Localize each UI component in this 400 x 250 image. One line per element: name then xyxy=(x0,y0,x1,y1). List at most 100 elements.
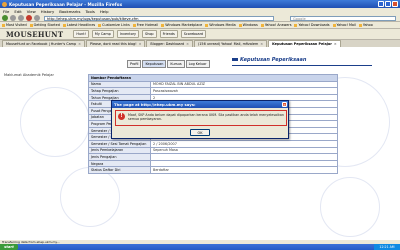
table-header-row: Nombor Pendaftaran xyxy=(88,74,338,82)
browser-tab-active[interactable]: Keputusan Peperiksaan Pelajar × xyxy=(268,40,341,47)
bookmark-item[interactable]: Free Hotmail xyxy=(133,23,159,27)
background-decoration xyxy=(320,177,380,237)
close-tab-icon[interactable]: × xyxy=(260,42,263,46)
browser-tab[interactable]: MouseHunt on Facebook | Hunter's Camp × xyxy=(2,40,85,47)
field-value: 2 / 2006/2007 xyxy=(150,139,338,148)
close-tab-icon[interactable]: × xyxy=(186,42,189,46)
window-title: Keputusan Peperiksaan Pelajar - Mozilla … xyxy=(9,1,123,7)
menu-file[interactable]: File xyxy=(3,9,9,14)
bookmark-item[interactable]: Yahoo! Downloads xyxy=(294,23,329,27)
field-value: Pascasiswazah xyxy=(150,87,338,95)
mousehunt-button[interactable]: Friends xyxy=(159,30,178,38)
table-row: Tahap Pengajian Pascasiswazah xyxy=(88,87,338,95)
tab-label: Blogger: Dashboard xyxy=(150,42,185,46)
close-tab-icon[interactable]: × xyxy=(78,42,81,46)
tab-bar: MouseHunt on Facebook | Hunter's Camp × P… xyxy=(0,40,400,47)
tab-label: Please, dont read this blog! xyxy=(89,42,137,46)
menu-help[interactable]: Help xyxy=(100,9,109,14)
title-marker-icon xyxy=(232,58,238,61)
title-underline xyxy=(232,65,372,66)
mousehunt-button[interactable]: Hunt! xyxy=(73,30,89,38)
mousehunt-toolbar: MOUSEHUNT Hunt! My Camp Inventory Shop F… xyxy=(0,29,400,40)
page-content: Profil Keputusan Kursus Log Keluar Keput… xyxy=(0,47,400,240)
table-row: Jenis Pembelajaran Sepenuh Masa xyxy=(88,146,338,155)
search-input[interactable]: Google xyxy=(290,15,396,21)
mousehunt-button[interactable]: Inventory xyxy=(116,30,140,38)
home-icon[interactable] xyxy=(34,14,40,21)
bookmark-item[interactable]: Windows xyxy=(239,23,258,27)
tab-label: (156 unread) Yahoo! Mail, mfizalem xyxy=(197,42,259,46)
forward-icon[interactable] xyxy=(10,14,16,21)
window-titlebar: Keputusan Peperiksaan Pelajar - Mozilla … xyxy=(0,0,400,8)
field-label: Nama xyxy=(88,80,151,89)
navigation-toolbar: http://ehep.ukm.my/ugs/keputusan/pub/klt… xyxy=(0,14,400,22)
field-value xyxy=(150,153,338,161)
menu-edit[interactable]: Edit xyxy=(14,9,21,14)
bookmark-item[interactable]: Windows Media xyxy=(205,23,235,27)
field-label: Status Daftar Diri xyxy=(88,166,151,174)
alert-dialog: The page at http://ehep.ukm.my says: × !… xyxy=(111,100,289,139)
dialog-title: The page at http://ehep.ukm.my says: xyxy=(112,101,288,108)
dialog-close-icon[interactable]: × xyxy=(282,102,287,107)
tab-label: MouseHunt on Facebook | Hunter's Camp xyxy=(6,42,77,46)
bookmark-item[interactable]: Customize Links xyxy=(98,23,130,27)
table-row: Nama MOHD FAIZAL BIN ABDUL AZIZ xyxy=(88,80,338,89)
back-icon[interactable] xyxy=(2,14,8,21)
bookmark-item[interactable]: Windows Marketplace xyxy=(161,23,202,27)
bookmark-item[interactable]: Latest Headlines xyxy=(63,23,95,27)
background-decoration xyxy=(60,167,120,227)
field-label: Semester / Sesi Tamat Pengajian xyxy=(88,139,151,148)
bookmark-item[interactable]: Most Visited xyxy=(2,23,27,27)
close-tab-icon[interactable]: × xyxy=(334,42,337,46)
mousehunt-button[interactable]: Shop xyxy=(142,30,157,38)
tab-label: Keputusan Peperiksaan Pelajar xyxy=(272,42,332,46)
bookmarks-toolbar: Most Visited Getting Started Latest Head… xyxy=(0,22,400,29)
table-row: Semester / Sesi Tamat Pengajian 2 / 2006/… xyxy=(88,139,338,148)
clock: 12:21 AM xyxy=(374,244,400,250)
field-label: Negara xyxy=(88,159,151,168)
field-label: Jenis Pembelajaran xyxy=(88,146,151,155)
bookmark-item[interactable]: Yahoo xyxy=(359,23,373,27)
dialog-message: Maaf, SKP Anda belum dapat dipaparkan ke… xyxy=(128,113,284,122)
menu-history[interactable]: History xyxy=(41,9,55,14)
table-row: Jenis Pengajian xyxy=(88,153,338,161)
table-row: Status Daftar Diri Berdaftar xyxy=(88,166,338,174)
reload-icon[interactable] xyxy=(18,14,24,21)
field-value: Sepenuh Masa xyxy=(150,146,338,155)
warning-icon: ! xyxy=(118,113,125,120)
taskbar: start 12:21 AM xyxy=(0,244,400,250)
browser-tab[interactable]: (156 unread) Yahoo! Mail, mfizalem × xyxy=(193,40,268,47)
maximize-button[interactable] xyxy=(385,1,391,7)
table-header: Nombor Pendaftaran xyxy=(88,74,338,82)
bookmark-item[interactable]: Yahoo! Answers xyxy=(261,23,292,27)
page-title-text: Keputusan Peperiksaan xyxy=(240,57,307,63)
close-tab-icon[interactable]: × xyxy=(139,42,142,46)
close-window-button[interactable] xyxy=(392,1,398,7)
stop-icon[interactable] xyxy=(26,14,32,21)
bookmark-item[interactable]: Getting Started xyxy=(30,23,60,27)
site-nav-item[interactable]: Profil xyxy=(127,60,142,68)
menu-view[interactable]: View xyxy=(27,9,36,14)
page-title: Keputusan Peperiksaan xyxy=(232,57,306,63)
bookmark-item[interactable]: Yahoo! Mail xyxy=(333,23,356,27)
menu-tools[interactable]: Tools xyxy=(85,9,94,14)
start-button[interactable]: start xyxy=(0,244,18,250)
url-input[interactable]: http://ehep.ukm.my/ugs/keputusan/pub/klt… xyxy=(44,15,274,21)
site-nav-item[interactable]: Kursus xyxy=(167,60,185,68)
table-row: Negara xyxy=(88,159,338,168)
field-value: Berdaftar xyxy=(150,166,338,174)
field-value xyxy=(150,159,338,168)
breadcrumb: Maklumat Akademik Pelajar xyxy=(4,73,54,77)
background-decoration xyxy=(20,87,90,157)
site-nav-item[interactable]: Log Keluar xyxy=(185,60,210,68)
mousehunt-logo[interactable]: MOUSEHUNT xyxy=(0,30,63,39)
menu-bookmarks[interactable]: Bookmarks xyxy=(59,9,80,14)
site-nav-item[interactable]: Keputusan xyxy=(142,60,167,68)
site-nav: Profil Keputusan Kursus Log Keluar xyxy=(127,60,210,68)
mousehunt-button[interactable]: My Camp xyxy=(91,30,114,38)
browser-tab[interactable]: Blogger: Dashboard × xyxy=(146,40,193,47)
mousehunt-button[interactable]: Scoreboard xyxy=(180,30,207,38)
browser-tab[interactable]: Please, dont read this blog! × xyxy=(85,40,146,47)
ok-button[interactable]: OK xyxy=(190,129,210,136)
minimize-button[interactable] xyxy=(378,1,384,7)
